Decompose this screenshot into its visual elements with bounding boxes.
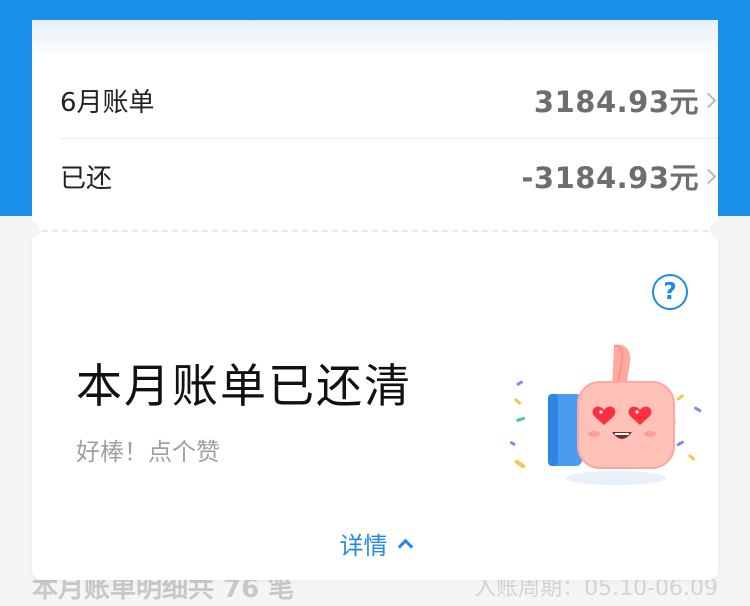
details-label: 详情 xyxy=(339,532,388,560)
bill-row-amount: -3184.93元 xyxy=(521,161,699,195)
repayment-status-card: ? 本月账单已还清 好棒！点个赞 详情 xyxy=(32,230,718,580)
bill-summary-card: 6月账单 3184.93元 已还 -3184.93元 xyxy=(32,20,718,230)
ticket-notch-left xyxy=(24,222,40,238)
card-top-fade xyxy=(32,20,718,58)
status-subtitle: 好棒！点个赞 xyxy=(76,438,220,466)
bill-row-right: -3184.93元 xyxy=(521,155,718,197)
bill-row-right: 3184.93元 xyxy=(534,79,718,121)
bill-row-june[interactable]: 6月账单 3184.93元 xyxy=(60,62,718,139)
bill-row-amount: 3184.93元 xyxy=(533,85,699,119)
chevron-right-icon xyxy=(700,168,717,184)
thumbs-up-illustration xyxy=(509,344,702,485)
bill-row-repaid[interactable]: 已还 -3184.93元 xyxy=(60,138,718,214)
question-circle-icon[interactable]: ? xyxy=(652,274,688,310)
status-title: 本月账单已还清 xyxy=(76,359,412,413)
ticket-notch-right xyxy=(710,222,726,238)
chevron-up-icon xyxy=(397,538,413,555)
bill-row-label: 已还 xyxy=(60,163,113,194)
chevron-right-icon xyxy=(700,92,717,108)
bill-row-label: 6月账单 xyxy=(60,87,155,118)
details-toggle[interactable]: 详情 xyxy=(32,526,718,561)
